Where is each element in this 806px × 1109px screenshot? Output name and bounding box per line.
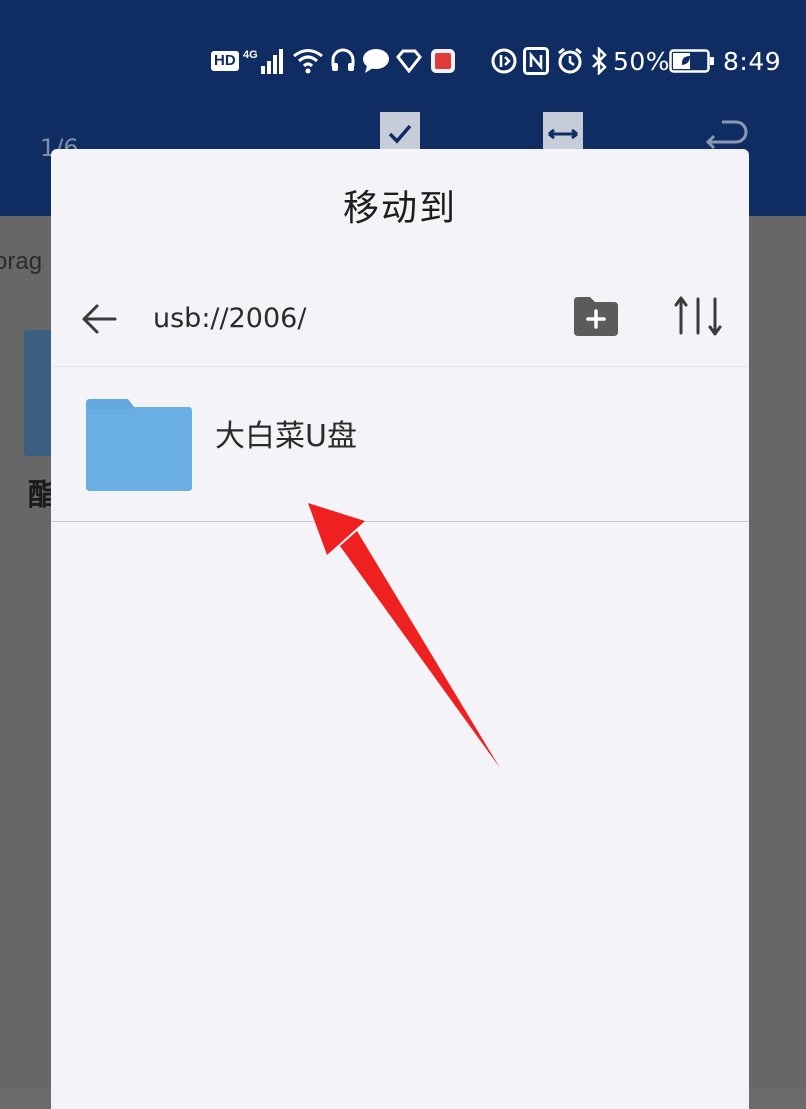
storage-label: orag: [0, 248, 43, 275]
battery-percent: 50%: [613, 46, 671, 76]
list-item[interactable]: 大白菜U盘: [51, 367, 749, 521]
divider: [51, 521, 749, 522]
background-thumbnail: [24, 330, 54, 456]
arrow-left-icon: [82, 304, 117, 334]
signal-icon: 4G: [243, 38, 285, 84]
alarm-icon: [556, 38, 584, 84]
chat-icon: [362, 38, 390, 84]
new-folder-icon: [574, 297, 618, 336]
current-path: usb://2006/: [153, 303, 307, 334]
horizontal-arrows-icon: [548, 128, 578, 140]
wifi-icon: [292, 38, 324, 84]
app-notification-icon: [430, 38, 456, 84]
new-folder-button[interactable]: [571, 293, 621, 339]
folder-name: 大白菜U盘: [215, 419, 357, 454]
data-saver-icon: [490, 38, 518, 84]
sort-icon: [674, 296, 722, 336]
nfc-icon: [523, 38, 549, 84]
headset-icon: [330, 38, 356, 84]
folder-icon: [84, 397, 194, 493]
diamond-icon: [396, 38, 422, 84]
back-button[interactable]: [77, 297, 121, 341]
check-icon: [388, 124, 412, 144]
bluetooth-icon: [590, 38, 608, 84]
sort-button[interactable]: [673, 291, 723, 341]
path-bar: usb://2006/: [51, 277, 749, 361]
clock: 8:49: [723, 46, 782, 76]
undo-icon: [705, 120, 748, 150]
select-all-button[interactable]: [380, 112, 420, 149]
dialog-title: 移动到: [342, 188, 457, 229]
network-type-label: 4G: [243, 49, 258, 61]
hd-indicator: HD: [211, 38, 239, 84]
battery-icon: [669, 38, 715, 84]
move-to-dialog: 移动到 usb://2006/ 大白菜U盘: [51, 149, 749, 1109]
expand-button[interactable]: [543, 112, 583, 149]
hd-label: HD: [211, 51, 239, 71]
status-bar: HD 4G 50% 8:49: [0, 38, 806, 84]
